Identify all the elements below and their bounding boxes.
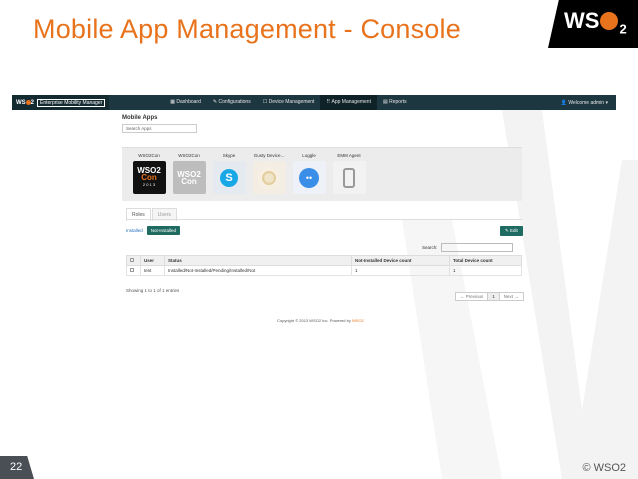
loggle-glyph: •• [299,167,319,188]
cell-total: 1 [449,265,522,276]
app-tile-loggle[interactable]: Loggle •• [292,153,326,194]
nav-label-app-management: App Management [331,99,371,105]
nav-label-dashboard: Dashboard [176,99,201,105]
app-name: WSO2Con [178,153,200,158]
app-name: Skype [222,153,236,158]
header-select[interactable] [126,255,141,266]
header-not-installed[interactable]: Not-Installed Device count [351,255,450,266]
table-search: Search: [422,243,513,252]
user-menu-label: Welcome admin [568,99,605,106]
icon-text: Con [141,173,157,182]
nav-label-configurations: Configurations [218,99,251,105]
flower-icon [252,161,286,194]
header-user[interactable]: User [140,255,165,266]
entries-info: Showing 1 to 1 of 1 entries [126,288,180,293]
app-name: Gusty Device... [253,153,285,158]
not-installed-filter-button[interactable]: Not-Installed [146,226,181,235]
app-tile-emm-agent[interactable]: EMM Agent [332,153,366,194]
wso2-logo-badge: WS 2 [548,0,638,48]
app-tile-skype[interactable]: Skype S [212,153,246,194]
apps-gallery: WSO2Con WSO2 Con 2 0 1 3 WSO2Con WSO2 Co… [122,147,522,201]
header-total[interactable]: Total Device count [449,255,522,266]
skype-glyph: S [220,168,238,187]
cell-status: Installed/Not-Installed/Pending/Installe… [164,265,352,276]
installed-filter[interactable]: Installed [126,228,143,233]
next-page-button[interactable]: Next → [498,292,524,301]
wso2-logo: WS 2 [564,8,627,36]
copyright-text: © WSO2 [582,462,626,474]
nav-label-device-management: Device Management [268,99,315,105]
icon-text: Con [181,176,197,186]
cell-user: test [140,265,165,276]
slide-number: 22 [0,456,34,479]
brand-logo-suffix: 2 [30,99,35,106]
nav-item-dashboard[interactable]: ▦ Dashboard [164,95,207,110]
mobile-apps-panel: Mobile Apps Search Apps [122,115,522,133]
logo-suffix: 2 [619,21,627,37]
wso2con-icon: WSO2 Con 2 0 1 3 [132,161,166,194]
app-name: WSO2Con [138,153,160,158]
wso2con-grey-icon: WSO2 Con [172,161,206,194]
app-tile-wso2con-2[interactable]: WSO2Con WSO2 Con [172,153,206,194]
app-name: EMM Agent [337,153,361,158]
search-input[interactable] [440,243,513,252]
nav-item-device-management[interactable]: ☐ Device Management [257,95,321,110]
devices-table: User Status Not-Installed Device count T… [126,255,522,276]
slide-title: Mobile App Management - Console [33,14,461,44]
logo-o-icon [600,12,619,30]
table-header-row: User Status Not-Installed Device count T… [126,255,522,266]
previous-page-button[interactable]: ← Previous [455,292,489,301]
install-filter: Installed Not-Installed [126,226,181,235]
brand-logo-text: WS [16,99,26,106]
loggle-icon: •• [292,161,326,194]
skype-icon: S [212,161,246,194]
select-all-checkbox[interactable] [130,258,134,262]
app-name: Loggle [302,153,316,158]
brand-text: Enterprise Mobility Manager [37,98,106,107]
brand-logo: WS 2 [16,99,35,106]
console-footer: Copyright © 2013 WSO2 Inc. Powered by WS… [277,318,364,323]
phone-icon [332,161,366,194]
edit-label: Edit [510,228,518,233]
edit-button[interactable]: ✎ Edit [500,226,523,236]
footer-text: Copyright © 2013 WSO2 Inc. Powered by [277,318,351,323]
row-checkbox[interactable] [130,268,134,272]
search-apps-input[interactable]: Search Apps [122,124,197,133]
pagination: ← Previous 1 Next → [455,292,524,301]
tab-divider [126,219,522,220]
row-select[interactable] [126,265,141,276]
user-menu[interactable]: 👤 Welcome admin ▾ [561,100,616,106]
footer-brand[interactable]: WSO2 [352,318,364,323]
table-row[interactable]: test Installed/Not-Installed/Pending/Ins… [126,265,522,276]
console-screenshot: WS 2 Enterprise Mobility Manager ▦ Dashbo… [12,95,616,330]
icon-text: 2 0 1 3 [142,182,156,187]
app-tile-wso2con[interactable]: WSO2Con WSO2 Con 2 0 1 3 [132,153,166,194]
page-title: Mobile Apps [122,115,158,121]
nav-item-app-management[interactable]: ⠿ App Management [320,95,377,110]
header-status[interactable]: Status [164,255,352,266]
logo-text: WS [564,8,600,33]
nav-item-configurations[interactable]: ✎ Configurations [207,95,257,110]
app-tile-gusty-device[interactable]: Gusty Device... [252,153,286,194]
search-label: Search: [422,245,438,250]
cell-not-installed: 1 [351,265,450,276]
nav-item-reports[interactable]: ▤ Reports [377,95,413,110]
top-navbar: WS 2 Enterprise Mobility Manager ▦ Dashbo… [12,95,616,110]
nav-brand[interactable]: WS 2 Enterprise Mobility Manager [12,95,110,110]
nav-label-reports: Reports [389,99,407,105]
